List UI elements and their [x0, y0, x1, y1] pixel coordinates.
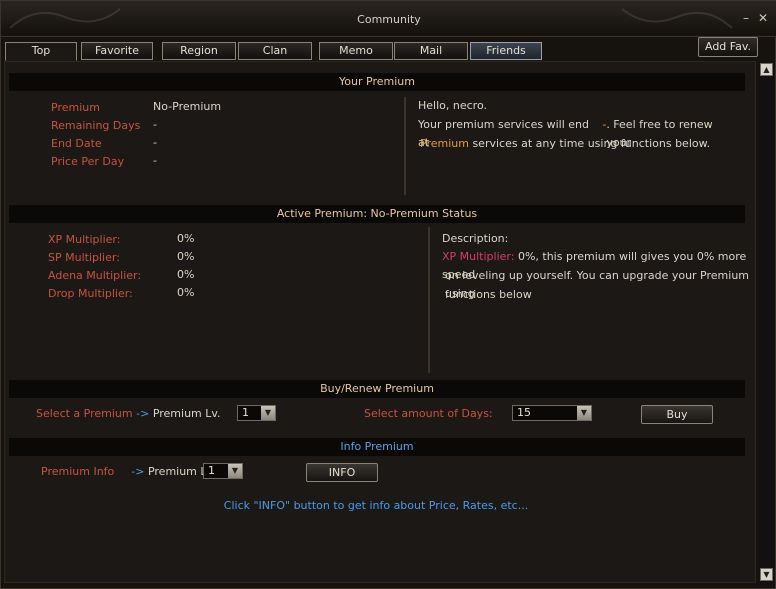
chevron-down-icon[interactable]: ▼ — [577, 406, 591, 420]
tab-mail[interactable]: Mail — [394, 42, 468, 60]
end-date-label: End Date — [51, 137, 102, 150]
days-value: 15 — [517, 406, 531, 419]
select-days-label: Select amount of Days: — [364, 407, 493, 420]
select-premium-label: Select a Premium — [36, 407, 133, 420]
info-button[interactable]: INFO — [306, 463, 378, 482]
drop-multiplier-value: 0% — [177, 286, 195, 299]
premium-lv-label: Premium Lv. — [152, 407, 221, 420]
scrollbar[interactable] — [759, 61, 774, 583]
premium-label: Premium — [51, 101, 100, 114]
tab-top[interactable]: Top — [5, 42, 77, 61]
chevron-down-icon[interactable]: ▼ — [261, 406, 275, 420]
adena-multiplier-value: 0% — [177, 268, 195, 281]
premium-level-value: 1 — [242, 406, 249, 419]
info-premium-header: Info Premium — [9, 438, 745, 456]
remaining-days-label: Remaining Days — [51, 119, 141, 132]
greeting-text: Hello, necro. — [418, 99, 487, 112]
scroll-up-icon[interactable]: ▲ — [760, 63, 773, 76]
price-per-day-value: - — [153, 154, 157, 167]
premium-info-row: Premium Info -> Premium Lv. — [41, 463, 216, 481]
xp-multiplier-value: 0% — [177, 232, 195, 245]
select-premium-row: Select a Premium -> Premium Lv. — [36, 405, 221, 423]
buy-button[interactable]: Buy — [641, 405, 713, 424]
remaining-days-value: - — [153, 118, 157, 131]
premium-message-line2: Premium services at any time using funct… — [420, 135, 710, 153]
active-premium-header: Active Premium: No-Premium Status — [9, 205, 745, 223]
arrow-text: -> — [131, 465, 145, 478]
minimize-icon[interactable]: – — [743, 12, 749, 24]
tab-region[interactable]: Region — [162, 42, 236, 60]
premium-info-label: Premium Info — [41, 465, 115, 478]
arrow-text: -> — [136, 407, 150, 420]
premium-level-select[interactable]: 1 ▼ — [237, 405, 276, 421]
days-select[interactable]: 15 ▼ — [512, 405, 592, 421]
your-premium-header: Your Premium — [9, 73, 745, 91]
premium-value: No-Premium — [153, 100, 222, 113]
info-premium-level-value: 1 — [208, 464, 215, 477]
divider — [428, 227, 430, 373]
end-date-value: - — [153, 136, 157, 149]
description-title: Description: — [442, 232, 509, 245]
tab-friends[interactable]: Friends — [470, 42, 542, 60]
description-line3: functions below — [445, 288, 532, 301]
add-favorite-button[interactable]: Add Fav. — [698, 37, 758, 57]
tab-memo[interactable]: Memo — [319, 42, 393, 60]
premium-inline: Premium — [420, 137, 469, 150]
info-hint: Click "INFO" button to get info about Pr… — [223, 499, 529, 512]
xp-multiplier-label: XP Multiplier: — [48, 233, 121, 246]
buy-renew-header: Buy/Renew Premium — [9, 380, 745, 398]
divider — [404, 97, 406, 195]
close-icon[interactable]: ✕ — [758, 12, 768, 24]
chevron-down-icon[interactable]: ▼ — [228, 464, 242, 478]
message-part3: services at any time using functions bel… — [472, 137, 711, 150]
description-label: XP Multiplier: — [442, 250, 515, 263]
tab-favorite[interactable]: Favorite — [81, 42, 153, 60]
scroll-down-icon[interactable]: ▼ — [760, 568, 773, 581]
adena-multiplier-label: Adena Multiplier: — [48, 269, 142, 282]
tab-clan[interactable]: Clan — [238, 42, 312, 60]
community-window: Community – ✕ Top Favorite Region Clan M… — [0, 0, 776, 589]
sp-multiplier-value: 0% — [177, 250, 195, 263]
title-bar[interactable]: Community – ✕ — [1, 1, 776, 37]
drop-multiplier-label: Drop Multiplier: — [48, 287, 133, 300]
price-per-day-label: Price Per Day — [51, 155, 125, 168]
ornament-right-icon — [621, 8, 733, 29]
info-premium-level-select[interactable]: 1 ▼ — [203, 463, 243, 479]
sp-multiplier-label: SP Multiplier: — [48, 251, 120, 264]
